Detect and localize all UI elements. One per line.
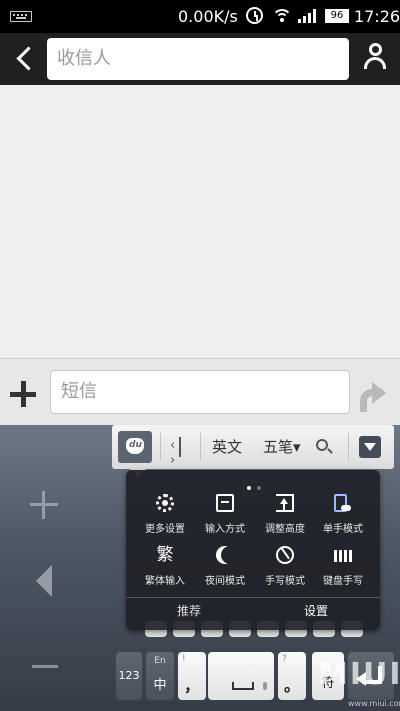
english-toggle[interactable]: 英文 bbox=[212, 436, 242, 457]
compose-header: 收信人 bbox=[0, 33, 400, 85]
cursor-move-icon[interactable] bbox=[170, 437, 190, 468]
more-settings-item[interactable]: 更多设置 bbox=[134, 492, 196, 542]
send-button[interactable] bbox=[358, 379, 390, 412]
miui-watermark: MIUI bbox=[318, 657, 400, 692]
tab-settings[interactable]: 设置 bbox=[304, 602, 328, 619]
gear-icon bbox=[156, 494, 174, 512]
clock: 17:26 bbox=[354, 7, 400, 26]
search-icon[interactable] bbox=[316, 439, 328, 451]
wifi-icon bbox=[272, 9, 292, 23]
baidu-logo-button[interactable] bbox=[118, 431, 152, 463]
language-key[interactable]: En 中 bbox=[146, 652, 174, 700]
add-attachment-button[interactable] bbox=[10, 381, 38, 409]
height-icon bbox=[276, 494, 294, 512]
compose-bar: 短信 bbox=[0, 358, 400, 425]
back-button[interactable] bbox=[8, 40, 42, 78]
minus-icon[interactable] bbox=[32, 665, 58, 668]
person-icon bbox=[369, 43, 382, 56]
adjust-height-item[interactable]: 调整高度 bbox=[254, 492, 316, 542]
traditional-icon: 繁 bbox=[156, 545, 174, 565]
keyboard-handwriting-item[interactable]: 键盘手写 bbox=[312, 544, 374, 594]
handwriting-icon bbox=[276, 546, 294, 564]
arrow-left-icon[interactable] bbox=[36, 565, 52, 597]
message-area bbox=[0, 85, 400, 358]
collapse-keyboard-button[interactable] bbox=[359, 436, 381, 458]
input-method-item[interactable]: 输入方式 bbox=[194, 492, 256, 542]
one-hand-icon bbox=[334, 494, 351, 512]
keyboard-toolbar: 英文 五笔▾ bbox=[112, 425, 394, 469]
comma-key[interactable]: ! ， bbox=[178, 652, 206, 700]
signal-icon bbox=[298, 9, 316, 23]
tab-recommended[interactable]: 推荐 bbox=[177, 602, 201, 619]
numbers-key[interactable]: 123 bbox=[116, 652, 142, 700]
handwriting-mode-item[interactable]: 手写模式 bbox=[254, 544, 316, 594]
moon-icon bbox=[221, 546, 239, 564]
alarm-icon bbox=[246, 7, 263, 24]
battery-icon: 96 bbox=[325, 9, 349, 23]
input-method-icon bbox=[216, 494, 234, 512]
plus-icon[interactable] bbox=[30, 491, 58, 519]
night-mode-item[interactable]: 夜间模式 bbox=[194, 544, 256, 594]
one-hand-mode-item[interactable]: 单手模式 bbox=[312, 492, 374, 542]
network-speed: 0.00K/s bbox=[178, 7, 238, 26]
wubi-toggle[interactable]: 五笔▾ bbox=[263, 436, 301, 457]
space-key[interactable] bbox=[208, 652, 274, 700]
contact-picker-button[interactable] bbox=[356, 40, 394, 78]
traditional-input-item[interactable]: 繁 繁体输入 bbox=[134, 544, 196, 594]
status-bar: 0.00K/s 96 17:26 bbox=[0, 0, 400, 33]
miui-watermark-url: www.miui.com bbox=[348, 699, 400, 708]
keyboard-notification-icon bbox=[10, 11, 32, 22]
sms-input[interactable]: 短信 bbox=[50, 370, 350, 414]
keyboard-handwriting-icon bbox=[334, 550, 352, 562]
period-key[interactable]: ? 。 bbox=[278, 652, 306, 700]
recipient-input[interactable]: 收信人 bbox=[47, 38, 349, 80]
keyboard-settings-popup: 更多设置 输入方式 调整高度 单手模式 繁 繁体输入 夜间模式 手写模式 键盘手… bbox=[126, 470, 380, 630]
